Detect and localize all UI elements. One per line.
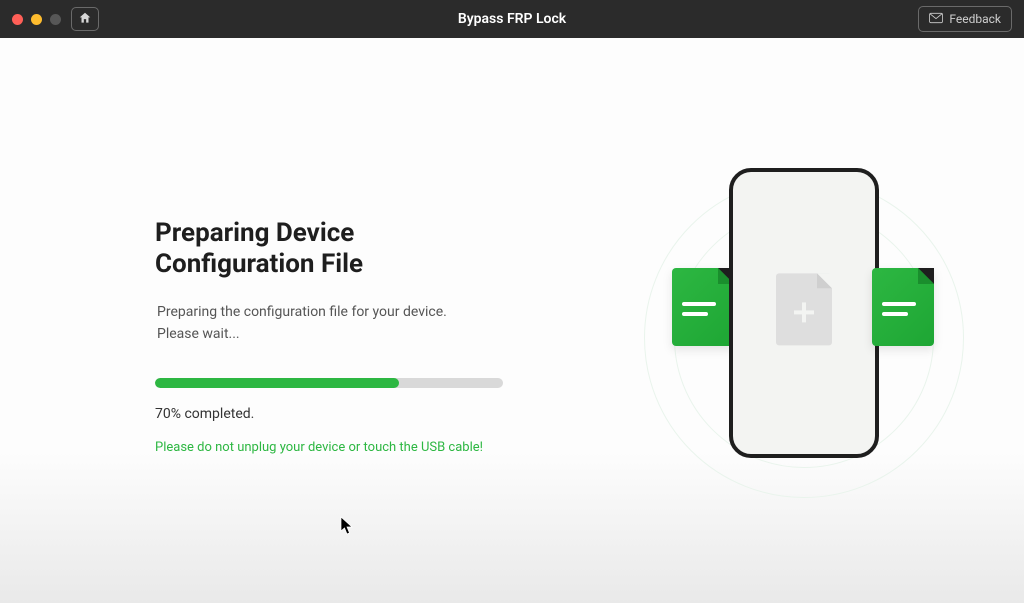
home-button[interactable] — [71, 7, 99, 31]
phone-outline — [729, 168, 879, 458]
minimize-window-dot[interactable] — [31, 14, 42, 25]
progress-fill — [155, 378, 399, 388]
window-title: Bypass FRP Lock — [0, 11, 1024, 27]
titlebar: Bypass FRP Lock Feedback — [0, 0, 1024, 38]
file-card-left — [672, 268, 734, 346]
device-illustration — [654, 168, 954, 508]
warning-text: Please do not unplug your device or touc… — [155, 440, 555, 455]
description-line-2: Please wait... — [157, 324, 555, 346]
description: Preparing the configuration file for you… — [155, 302, 555, 345]
zoom-window-dot[interactable] — [50, 14, 61, 25]
home-icon — [78, 10, 92, 29]
description-line-1: Preparing the configuration file for you… — [157, 302, 555, 324]
left-column: Preparing Device Configuration File Prep… — [155, 218, 555, 603]
progress-bar — [155, 378, 503, 388]
window-controls — [12, 14, 61, 25]
heading-line-2: Configuration File — [155, 249, 555, 280]
progress-label: 70% completed. — [155, 406, 555, 422]
plus-icon — [794, 302, 814, 322]
file-card-right — [872, 268, 934, 346]
feedback-button[interactable]: Feedback — [918, 6, 1012, 32]
file-placeholder-icon — [776, 273, 832, 345]
main-content: Preparing Device Configuration File Prep… — [0, 38, 1024, 603]
close-window-dot[interactable] — [12, 14, 23, 25]
mail-icon — [929, 12, 943, 27]
page-heading: Preparing Device Configuration File — [155, 218, 555, 280]
heading-line-1: Preparing Device — [155, 218, 555, 249]
feedback-label: Feedback — [949, 12, 1001, 26]
